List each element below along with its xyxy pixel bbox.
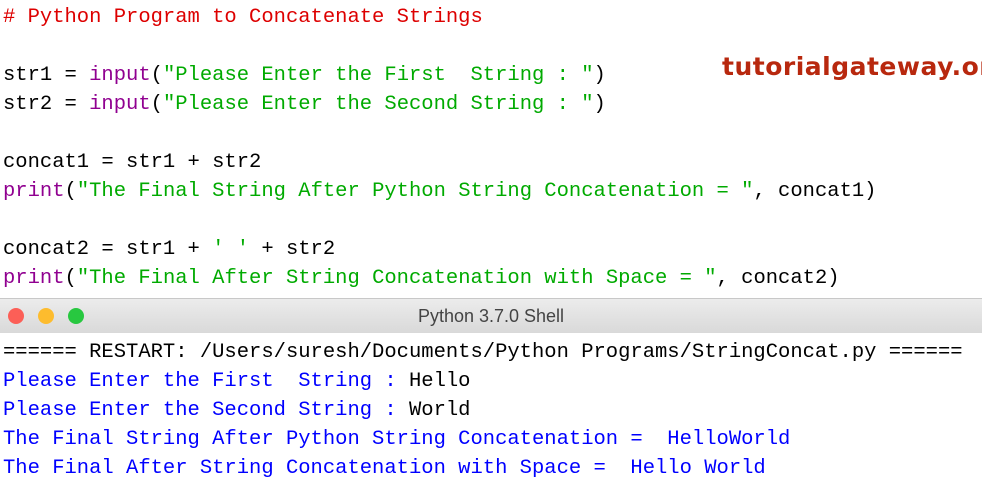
- editor-line: print("The Final String After Python Str…: [3, 177, 876, 206]
- code-token: (: [64, 267, 77, 290]
- code-token: + str2: [249, 238, 336, 261]
- code-token: ====== RESTART: /Users/suresh/Documents/…: [3, 341, 963, 364]
- editor-line: concat2 = str1 + ' ' + str2: [3, 235, 335, 264]
- shell-line: The Final String After Python String Con…: [3, 425, 790, 454]
- code-token: ' ': [212, 238, 250, 261]
- shell-line: The Final After String Concatenation wit…: [3, 454, 766, 483]
- shell-line: ====== RESTART: /Users/suresh/Documents/…: [3, 338, 963, 367]
- editor-line: str1 = input("Please Enter the First Str…: [3, 61, 606, 90]
- code-token: Please Enter the Second String :: [3, 399, 409, 422]
- code-token: World: [408, 399, 471, 422]
- code-token: concat1 = str1 + str2: [3, 151, 262, 174]
- shell-titlebar: Python 3.7.0 Shell: [0, 298, 982, 334]
- shell-line: Please Enter the Second String : World: [3, 396, 470, 425]
- code-token: The Final String After Python String Con…: [3, 428, 791, 451]
- code-token: # Python Program to Concatenate Strings: [3, 6, 483, 29]
- code-token: (: [150, 93, 163, 116]
- code-token: input: [89, 64, 151, 87]
- code-token: ): [593, 64, 606, 87]
- editor-line: str2 = input("Please Enter the Second St…: [3, 90, 606, 119]
- code-token: print: [3, 180, 65, 203]
- code-token: "Please Enter the First String : ": [162, 64, 594, 87]
- shell-output[interactable]: ====== RESTART: /Users/suresh/Documents/…: [0, 333, 982, 486]
- code-token: str1 =: [3, 64, 90, 87]
- code-token: ): [593, 93, 606, 116]
- code-token: concat2 = str1 +: [3, 238, 213, 261]
- code-token: "The Final String After Python String Co…: [76, 180, 754, 203]
- code-token: The Final After String Concatenation wit…: [3, 457, 766, 480]
- code-token: Please Enter the First String :: [3, 370, 409, 393]
- code-token: (: [150, 64, 163, 87]
- code-token: print: [3, 267, 65, 290]
- code-token: Hello: [408, 370, 471, 393]
- editor-line: # Python Program to Concatenate Strings: [3, 3, 483, 32]
- code-editor[interactable]: # Python Program to Concatenate Strings s…: [0, 0, 982, 297]
- editor-line: print("The Final After String Concatenat…: [3, 264, 840, 293]
- tutorialgateway-logo: tutorialgateway.org: [722, 52, 982, 81]
- code-token: (: [64, 180, 77, 203]
- editor-line: concat1 = str1 + str2: [3, 148, 261, 177]
- code-token: str2 =: [3, 93, 90, 116]
- code-token: "Please Enter the Second String : ": [162, 93, 594, 116]
- window-title: Python 3.7.0 Shell: [417, 306, 565, 326]
- code-token: input: [89, 93, 151, 116]
- shell-line: Please Enter the First String : Hello: [3, 367, 470, 396]
- code-token: "The Final After String Concatenation wi…: [76, 267, 717, 290]
- code-token: , concat1): [753, 180, 877, 203]
- code-token: , concat2): [716, 267, 840, 290]
